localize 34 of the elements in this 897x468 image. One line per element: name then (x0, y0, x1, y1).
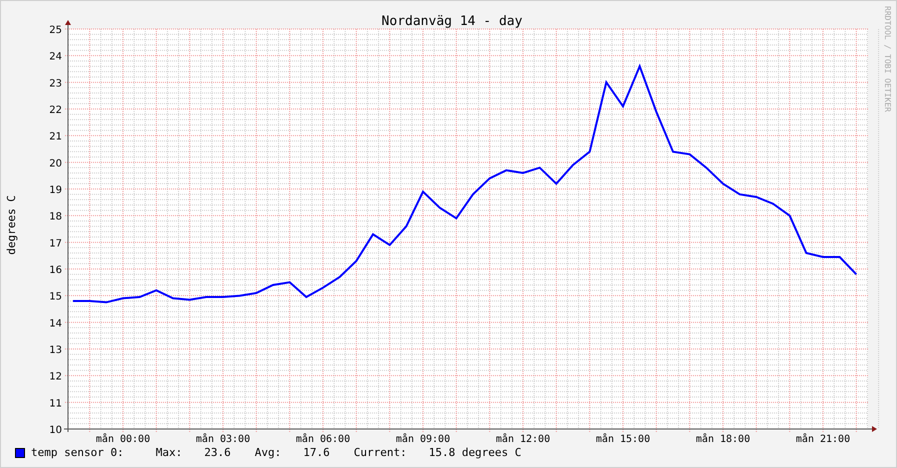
y-tick-label: 13 (49, 345, 62, 356)
x-tick-label: mån 00:00 (96, 434, 150, 445)
y-tick-label: 19 (49, 185, 62, 196)
y-tick-label: 15 (49, 292, 62, 303)
x-tick-label: mån 09:00 (396, 434, 450, 445)
y-tick-label: 21 (49, 132, 62, 143)
x-tick-label: mån 21:00 (796, 434, 850, 445)
stat-label: Current: (354, 446, 407, 459)
x-tick-label: mån 06:00 (296, 434, 350, 445)
x-tick-label: mån 03:00 (196, 434, 250, 445)
y-axis-label: degrees C (5, 195, 18, 255)
x-tick-label: mån 12:00 (496, 434, 550, 445)
y-tick-label: 23 (49, 78, 62, 90)
y-tick-label: 24 (49, 52, 62, 63)
credit-text: RRDTOOL / TOBI OETIKER (883, 6, 892, 112)
y-tick-label: 12 (49, 372, 62, 383)
y-tick-label: 10 (49, 425, 62, 436)
stat-value: 23.6 (204, 446, 231, 459)
y-tick-label: 14 (49, 318, 62, 330)
y-tick-label: 25 (49, 25, 62, 36)
y-tick-label: 17 (49, 238, 62, 250)
y-tick-label: 18 (49, 212, 62, 223)
stat-label: Max: (156, 446, 182, 459)
legend-label: temp sensor 0: (31, 446, 124, 459)
stat-value: 15.8 degrees C (428, 446, 522, 459)
y-tick-label: 16 (49, 265, 62, 276)
stat-value: 17.6 (303, 446, 330, 459)
x-tick-label: mån 18:00 (696, 434, 750, 445)
x-tick-label: mån 15:00 (596, 434, 650, 445)
stat-label: Avg: (254, 446, 282, 459)
y-tick-label: 20 (49, 158, 62, 170)
y-tick-label: 11 (49, 398, 62, 410)
y-tick-label: 22 (49, 105, 62, 116)
chart-title: Nordanväg 14 - day (382, 14, 522, 29)
